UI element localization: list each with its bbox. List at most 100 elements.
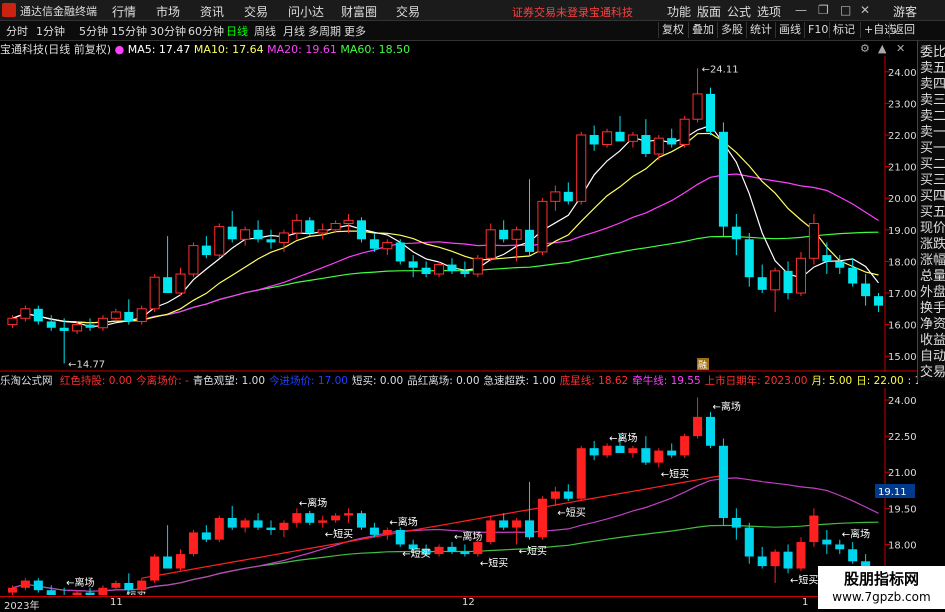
indicator-bar [731, 517, 741, 528]
buy-signal-label: ←短买 [557, 506, 585, 519]
menu-banmian[interactable]: 版面 [697, 3, 721, 20]
menu-hangqing[interactable]: 行情 [112, 3, 136, 20]
minimize-icon[interactable]: — [795, 3, 807, 17]
menu-shichang[interactable]: 市场 [156, 3, 180, 20]
tool-fuquan[interactable]: 复权 [658, 22, 687, 38]
ma-dot-icon: ● [114, 43, 125, 56]
exit-signal-label: ←离场 [712, 400, 740, 413]
period-weekly[interactable]: 周线 [254, 23, 276, 39]
period-1min[interactable]: 1分钟 [36, 23, 65, 39]
tool-diejia[interactable]: 叠加 [688, 22, 717, 38]
indicator-bar [227, 517, 237, 528]
sidebar-item[interactable]: 买三 [920, 173, 945, 188]
tool-tongji[interactable]: 统计 [746, 22, 775, 38]
tool-f10[interactable]: F10 [804, 22, 831, 38]
indicator-bar [680, 436, 690, 456]
period-multi[interactable]: 多周期 [308, 23, 341, 39]
indicator-bar [292, 513, 302, 523]
indicator-bar [331, 515, 341, 521]
sidebar-item[interactable]: 收益 [920, 333, 945, 348]
ma10-line [12, 132, 879, 324]
trade-login-warning[interactable]: 证券交易未登录 [512, 4, 589, 20]
period-daily[interactable]: 日线 [226, 23, 248, 39]
period-60min[interactable]: 60分钟 [188, 23, 224, 39]
candle-body [602, 131, 613, 145]
indicator-bar [356, 513, 367, 528]
sidebar-item[interactable]: 自动 [920, 349, 945, 364]
sidebar-item[interactable]: 买四 [920, 189, 945, 204]
menu-caifuquan[interactable]: 财富圈 [341, 3, 377, 20]
exit-signal-label: ←离场 [842, 528, 870, 541]
menu-wenxiaoda[interactable]: 问小达 [288, 3, 324, 20]
close-panel-icon[interactable]: ✕ [896, 42, 905, 55]
period-15min[interactable]: 15分钟 [111, 23, 147, 39]
sidebar-item[interactable]: 换手 [920, 301, 945, 316]
formula-item: 今进场价: 17.00 [269, 375, 348, 387]
candle-body [124, 311, 134, 322]
indicator-bar [124, 582, 134, 591]
restore-icon[interactable]: ❐ [818, 3, 829, 17]
indicator-chart[interactable]: 24.0022.5021.0019.5018.0016.5014:5614:56… [0, 388, 917, 595]
menu-zixun[interactable]: 资讯 [200, 3, 224, 20]
sidebar-item[interactable]: 涨跌 [920, 237, 945, 252]
maximize-icon[interactable]: □ [840, 3, 851, 17]
exit-signal-label: ←离场 [66, 576, 94, 589]
sidebar-item[interactable]: 买二 [920, 157, 945, 172]
indicator-bar [447, 546, 457, 552]
watermark-title: 股朋指标网 [843, 570, 919, 588]
menu-jiaoyi-2[interactable]: 交易 [396, 3, 420, 20]
candlestick-chart[interactable]: 24.00 23.00 22.00 21.00 20.00 19.00 18.00 17.00… [0, 56, 917, 372]
low-price-label: ←14.77 [68, 359, 105, 370]
tool-biaoji[interactable]: 标记 [829, 22, 858, 38]
y-tick-label: 22.50 [888, 432, 917, 443]
tool-duogu[interactable]: 多股 [717, 22, 746, 38]
sidebar-item[interactable]: 买五 [920, 205, 945, 220]
period-fenshi[interactable]: 分时 [6, 23, 28, 39]
menu-xuanxiang[interactable]: 选项 [757, 3, 781, 20]
sidebar-item[interactable]: 卖三 [920, 93, 945, 108]
formula-item: 今离场价: - [136, 375, 189, 387]
app-logo-icon [2, 3, 16, 17]
period-5min[interactable]: 5分钟 [79, 23, 108, 39]
close-icon[interactable]: ✕ [860, 3, 870, 17]
sidebar-item[interactable]: 卖四 [920, 77, 945, 92]
menu-jiaoyi[interactable]: 交易 [244, 3, 268, 20]
candle-body [382, 241, 393, 250]
formula-legend: 乐淘公式网 红色持股: 0.00 今离场价: - 青色观望: 1.00 今进场价: 1… [0, 373, 918, 388]
candle-body [641, 135, 651, 154]
candle-body [783, 270, 793, 293]
candle-body [97, 317, 108, 329]
candle-body [291, 219, 302, 234]
sidebar-item[interactable]: 总量 [920, 269, 945, 284]
sidebar-item[interactable]: 外盘 [920, 285, 945, 300]
menu-gongneng[interactable]: 功能 [667, 3, 691, 20]
sidebar-item[interactable]: 净资 [920, 317, 945, 332]
sidebar-item[interactable]: 交易 [920, 365, 945, 380]
indicator-bar [602, 445, 612, 456]
expand-icon[interactable]: ▲ [878, 42, 886, 55]
sidebar-item[interactable]: 卖五 [920, 61, 945, 76]
period-30min[interactable]: 30分钟 [150, 23, 186, 39]
sidebar-item[interactable]: 涨幅 [920, 253, 945, 268]
candle-body [576, 134, 587, 202]
candle-body [149, 276, 160, 310]
period-more[interactable]: 更多 [344, 23, 366, 39]
sidebar-item[interactable]: 买一 [920, 141, 945, 156]
tool-huaxian[interactable]: 画线 [775, 22, 804, 38]
sidebar-item[interactable]: 卖一 [920, 125, 945, 140]
sidebar-item[interactable]: 现价 [920, 221, 945, 236]
formula-item: 青色观望: 1.00 [192, 375, 266, 387]
ma-legend: 宝通科技(日线 前复权) ● MA5: 17.47 MA10: 17.64 MA… [0, 41, 410, 56]
sidebar-item[interactable]: 卖二 [920, 109, 945, 124]
candle-body [485, 229, 496, 259]
indicator-bar [473, 542, 483, 555]
menu-gongshi[interactable]: 公式 [727, 3, 751, 20]
guest-label[interactable]: 游客 [893, 3, 917, 20]
exit-signal-label: ←离场 [389, 516, 417, 529]
tool-back[interactable]: 返回 [889, 22, 918, 38]
period-monthly[interactable]: 月线 [283, 23, 305, 39]
sidebar-item[interactable]: 委比 [920, 45, 945, 60]
settings-icon[interactable]: ⚙ [860, 42, 870, 55]
candle-body [72, 324, 83, 332]
chart-label: 宝通科技(日线 前复权) [0, 43, 112, 56]
